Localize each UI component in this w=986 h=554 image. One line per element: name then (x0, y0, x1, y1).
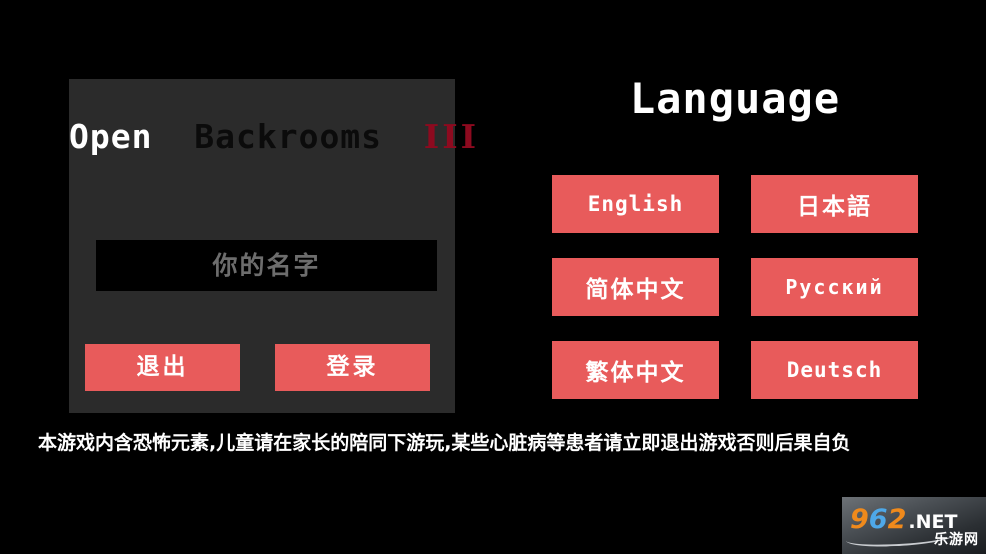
language-button-japanese[interactable]: 日本語 (751, 175, 918, 233)
watermark-digit-6: 6 (868, 504, 888, 535)
game-title-word-open: Open (69, 117, 153, 156)
game-title-word-backrooms: Backrooms (194, 117, 383, 156)
language-button-german[interactable]: Deutsch (751, 341, 918, 399)
game-title-word-three: III (423, 117, 480, 156)
game-menu-screen: Open Backrooms III 退出 登录 Language Englis… (0, 0, 986, 554)
watermark-chinese-text: 乐游网 (934, 532, 979, 548)
content-warning-text: 本游戏内含恐怖元素,儿童请在家长的陪同下游玩,某些心脏病等患者请立即退出游戏否则… (38, 432, 851, 454)
player-name-input[interactable] (96, 240, 437, 291)
language-options-grid: English 日本語 简体中文 Русский 繁体中文 Deutsch (552, 175, 918, 399)
language-button-simplified-chinese[interactable]: 简体中文 (552, 258, 719, 316)
watermark-digit-2: 2 (887, 504, 907, 535)
site-watermark-logo: 9 6 2 .NET 乐游网 (842, 497, 986, 554)
exit-button[interactable]: 退出 (85, 344, 240, 391)
login-panel: Open Backrooms III 退出 登录 (69, 79, 476, 413)
watermark-digit-9: 9 (850, 504, 869, 535)
game-title: Open Backrooms III (69, 117, 476, 156)
language-button-russian[interactable]: Русский (751, 258, 918, 316)
language-button-english[interactable]: English (552, 175, 719, 233)
login-button[interactable]: 登录 (275, 344, 430, 391)
language-heading: Language (629, 74, 841, 123)
language-button-traditional-chinese[interactable]: 繁体中文 (552, 341, 719, 399)
